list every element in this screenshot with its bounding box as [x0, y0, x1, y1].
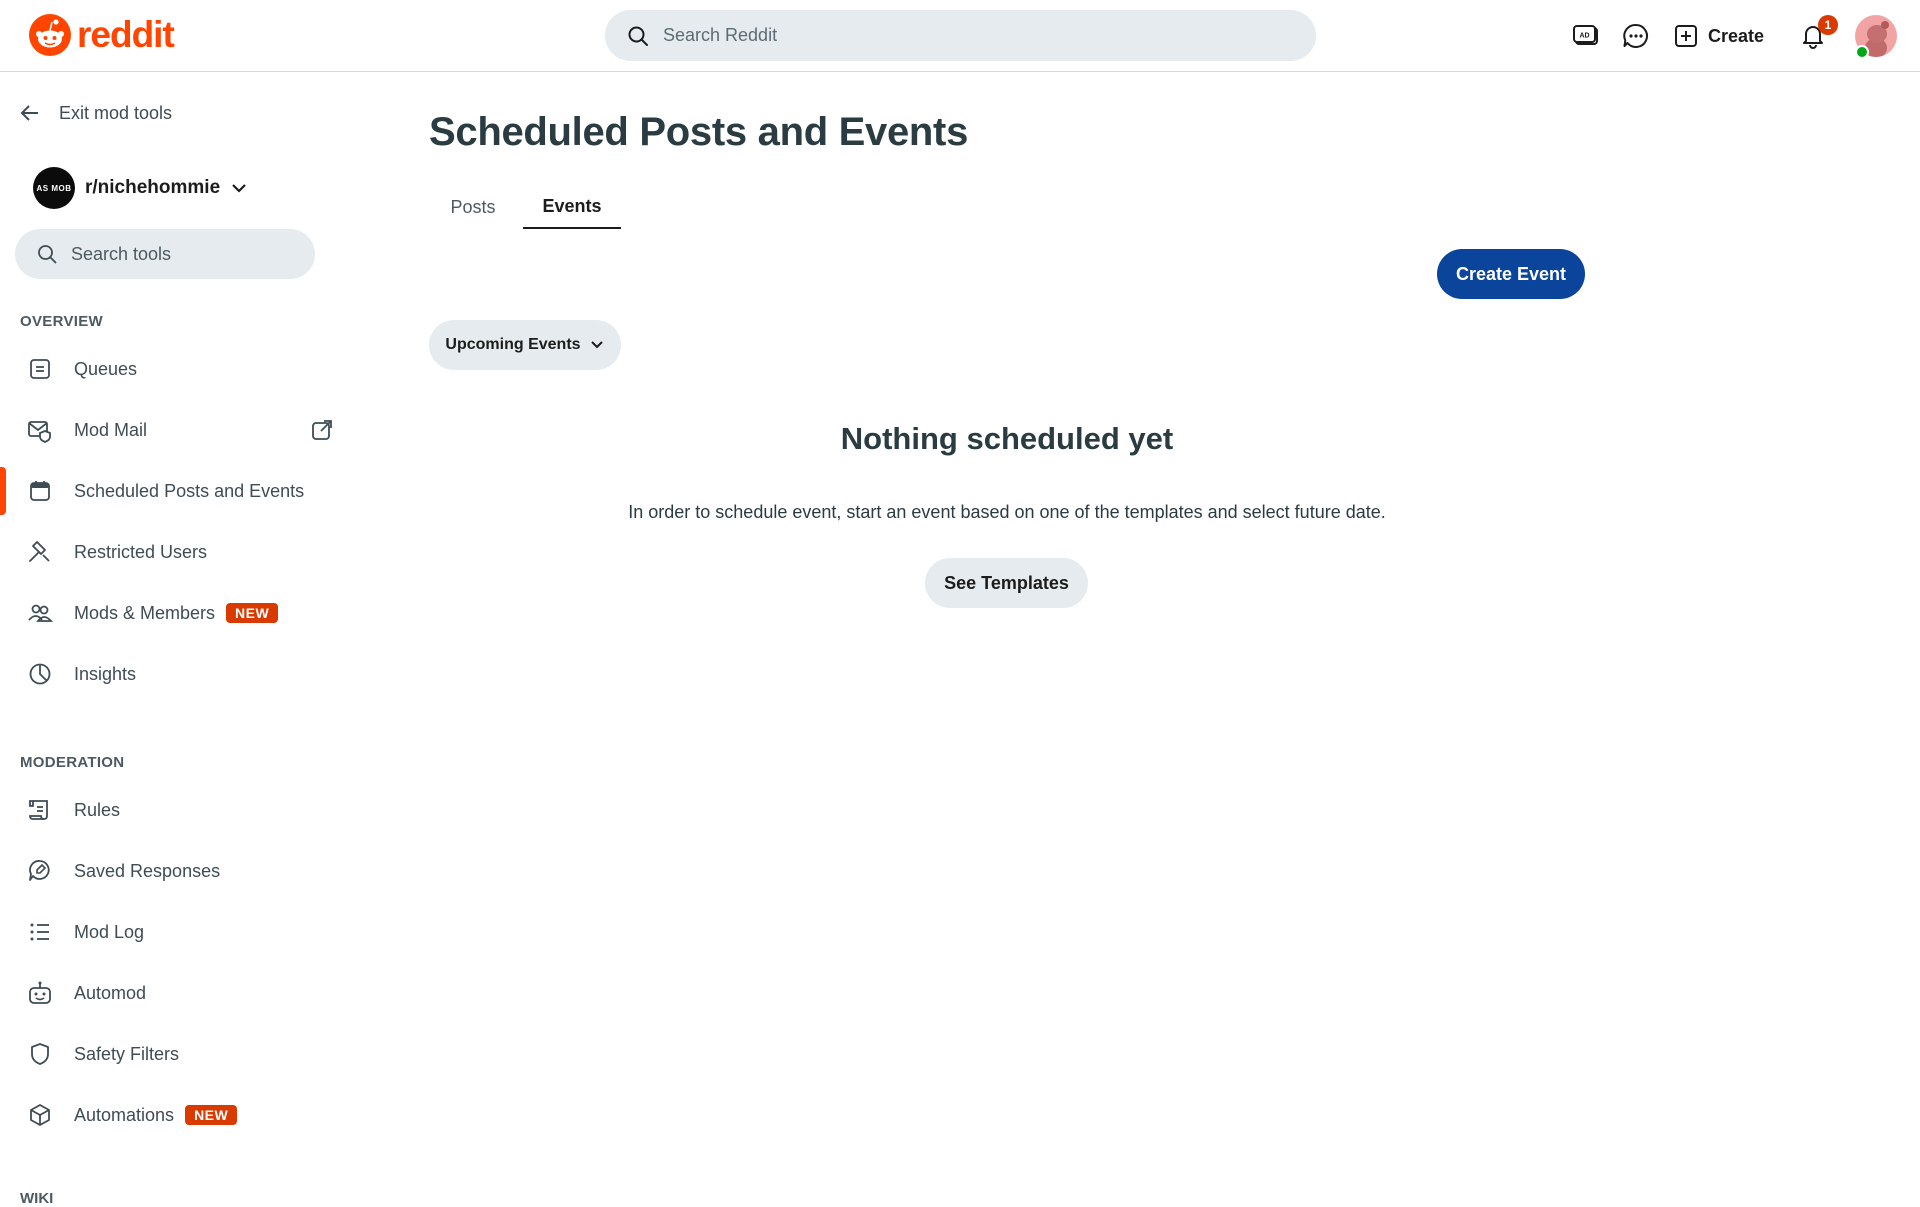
create-post-button[interactable]: Create	[1674, 18, 1764, 54]
sidebar-item-label-wrap: Mods & Members NEW	[74, 602, 279, 624]
reddit-search-input[interactable]	[661, 24, 1265, 47]
create-label: Create	[1708, 25, 1765, 46]
mod-mail-icon	[27, 417, 53, 443]
sidebar-item-label: Safety Filters	[74, 1043, 180, 1064]
upcoming-events-dropdown[interactable]: Upcoming Events	[429, 320, 621, 370]
sidebar-item-automations[interactable]: Automations NEW	[0, 1090, 350, 1140]
search-icon	[38, 245, 57, 264]
sidebar-item-safety-filters[interactable]: Safety Filters	[0, 1029, 350, 1079]
brand-wordmark: reddit	[77, 14, 175, 55]
reddit-logo[interactable]: reddit	[29, 14, 175, 56]
mod-tools-sidebar: Exit mod tools AS MOB r/nichehommie OVER…	[0, 72, 350, 1200]
create-event-button[interactable]: Create Event	[1437, 249, 1585, 299]
members-icon	[27, 600, 53, 626]
robot-icon	[27, 980, 53, 1006]
dropdown-label: Upcoming Events	[445, 336, 581, 353]
shield-icon	[27, 1041, 53, 1067]
sidebar-item-scheduled-posts-and-events[interactable]: Scheduled Posts and Events	[0, 466, 350, 516]
sidebar-item-label-wrap: Automations NEW	[74, 1104, 238, 1126]
new-badge: NEW	[185, 1105, 238, 1125]
sidebar-item-label: Queues	[74, 358, 138, 379]
top-navigation-bar: reddit AD Create 1	[0, 0, 1920, 72]
sidebar-item-label: Automations	[74, 1104, 175, 1125]
sidebar-item-mods-and-members[interactable]: Mods & Members NEW	[0, 588, 350, 638]
snoo-icon	[29, 14, 71, 56]
search-icon	[628, 26, 648, 46]
subreddit-name: r/nichehommie	[85, 177, 221, 198]
list-icon	[27, 919, 53, 945]
sidebar-item-mod-mail[interactable]: Mod Mail	[0, 405, 350, 455]
sidebar-item-label: Saved Responses	[74, 860, 221, 881]
chat-icon	[1623, 24, 1648, 48]
notification-count-badge: 1	[1818, 15, 1838, 35]
search-tools-bar[interactable]	[15, 229, 315, 279]
hammer-icon	[27, 539, 53, 565]
sidebar-item-saved-responses[interactable]: Saved Responses	[0, 846, 350, 896]
external-link-icon[interactable]	[310, 418, 334, 442]
calendar-icon	[27, 478, 53, 504]
new-badge: NEW	[226, 603, 279, 623]
queue-icon	[27, 356, 53, 382]
empty-state-description: In order to schedule event, start an eve…	[628, 502, 1386, 522]
advertise-button[interactable]: AD	[1570, 20, 1602, 52]
speech-bubble-icon	[27, 858, 53, 884]
reddit-search-bar[interactable]	[605, 10, 1316, 61]
sidebar-item-label: Rules	[74, 799, 121, 820]
chat-button[interactable]	[1620, 20, 1652, 52]
page-title: Scheduled Posts and Events	[429, 110, 969, 154]
empty-state-title: Nothing scheduled yet	[840, 421, 1174, 456]
see-templates-button[interactable]: See Templates	[925, 558, 1088, 608]
sidebar-item-label: Restricted Users	[74, 541, 208, 562]
sidebar-item-label: Automod	[74, 982, 147, 1003]
sidebar-item-restricted-users[interactable]: Restricted Users	[0, 527, 350, 577]
exit-mod-tools-link[interactable]: Exit mod tools	[19, 102, 172, 124]
plus-square-icon	[1675, 25, 1697, 47]
sidebar-item-label: Scheduled Posts and Events	[74, 480, 305, 501]
sidebar-item-automod[interactable]: Automod	[0, 968, 350, 1018]
scroll-icon	[27, 797, 53, 823]
cube-icon	[27, 1102, 53, 1128]
chevron-down-icon	[232, 184, 246, 193]
sidebar-item-label: Insights	[74, 663, 137, 684]
chevron-down-icon	[590, 341, 603, 349]
tab-posts[interactable]: Posts	[429, 185, 517, 229]
online-status-dot	[1855, 45, 1869, 59]
exit-mod-tools-label: Exit mod tools	[59, 102, 173, 123]
tab-events[interactable]: Events	[523, 185, 621, 229]
sidebar-item-label: Mod Mail	[74, 419, 148, 440]
subreddit-avatar: AS MOB	[33, 167, 75, 209]
sidebar-item-insights[interactable]: Insights	[0, 649, 350, 699]
sidebar-item-mod-log[interactable]: Mod Log	[0, 907, 350, 957]
subreddit-switcher[interactable]: AS MOB r/nichehommie	[33, 167, 248, 209]
svg-text:AD: AD	[1579, 33, 1589, 40]
wiki-heading: WIKI	[20, 1190, 54, 1207]
ad-icon: AD	[1573, 25, 1598, 45]
sidebar-item-rules[interactable]: Rules	[0, 785, 350, 835]
sidebar-item-queues[interactable]: Queues	[0, 344, 350, 394]
pie-chart-icon	[27, 661, 53, 687]
search-tools-input[interactable]	[69, 242, 293, 266]
moderation-heading: MODERATION	[20, 754, 125, 771]
sidebar-item-label: Mod Log	[74, 921, 145, 942]
arrow-left-icon	[20, 105, 38, 121]
sidebar-item-label: Mods & Members	[74, 602, 216, 623]
overview-heading: OVERVIEW	[20, 313, 103, 330]
